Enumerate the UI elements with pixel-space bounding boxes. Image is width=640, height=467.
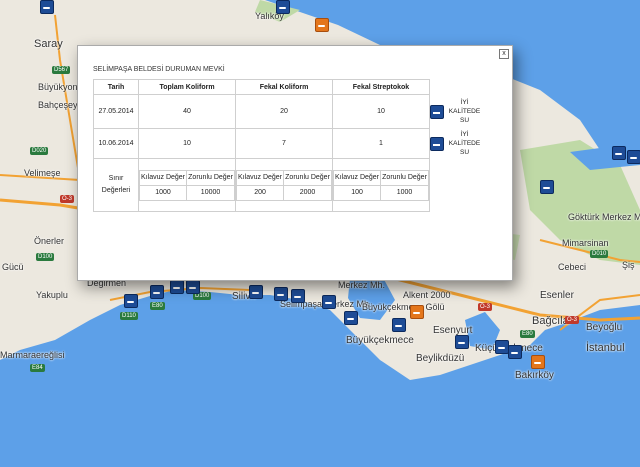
map-label-merkez: Merkez Mh. <box>338 280 386 290</box>
road-shield-e84: E84 <box>30 364 45 372</box>
road-shield-e80: E80 <box>150 302 165 310</box>
beach-marker[interactable] <box>344 311 358 325</box>
road-shield-o3b: O-3 <box>565 316 580 324</box>
quality-icon <box>430 104 444 119</box>
limits-row: Sınır Değerleri Kılavuz Değer Zorunlu Değ… <box>93 158 485 212</box>
beach-marker[interactable] <box>150 285 164 299</box>
road-shield-o3c: O-3 <box>478 303 493 311</box>
table-row: 27.05.2014 40 20 10 İYİ KALİTEDE SU <box>93 94 485 129</box>
beach-marker[interactable] <box>627 150 640 164</box>
beach-marker[interactable] <box>170 280 184 294</box>
limits-fekal: Kılavuz Değer Zorunlu Değer 200 2000 <box>235 169 332 201</box>
beach-marker[interactable] <box>274 287 288 301</box>
map-label-sis: Şiş <box>622 260 635 270</box>
beach-marker[interactable] <box>322 295 336 309</box>
beach-marker[interactable] <box>40 0 54 14</box>
map-label-velimese: Velimeşe <box>24 168 61 178</box>
beach-marker[interactable] <box>410 305 424 319</box>
beach-marker[interactable] <box>612 146 626 160</box>
beach-marker[interactable] <box>495 340 509 354</box>
road-shield-e80b: E80 <box>520 330 535 338</box>
beach-marker[interactable] <box>291 289 305 303</box>
map-label-cebeci: Cebeci <box>558 262 587 272</box>
header-date: Tarih <box>93 79 139 95</box>
quality-icon <box>430 136 444 151</box>
map-label-onerler: Önerler <box>34 236 65 246</box>
beach-marker[interactable] <box>315 18 329 32</box>
road-shield-d020: D020 <box>30 147 49 155</box>
map-label-beylikduzu: Beylikdüzü <box>416 353 465 364</box>
info-popup: x SELİMPAŞA BELDESİ DURUMAN MEVKİ Tarih … <box>77 45 513 281</box>
beach-marker[interactable] <box>531 355 545 369</box>
road-shield-d110: D110 <box>120 312 138 320</box>
row-date: 10.06.2014 <box>93 128 139 159</box>
beach-marker[interactable] <box>540 180 554 194</box>
row-fekal: 20 <box>235 94 333 129</box>
road-shield-d567: D567 <box>52 66 71 74</box>
row-toplam: 40 <box>138 94 236 129</box>
map-label-mimarsinan: Mimarsinan <box>562 238 609 248</box>
map-label-marmaraereglisi: Marmaraereğlisi <box>0 350 65 360</box>
road-shield-d010: D010 <box>590 250 609 258</box>
row-strep: 1 <box>332 128 430 159</box>
row-strep: 10 <box>332 94 430 129</box>
limits-toplam: Kılavuz Değer Zorunlu Değer 1000 10000 <box>138 169 235 201</box>
water-quality-table: Tarih Toplam Koliform Fekal Koliform Fek… <box>93 79 485 212</box>
table-header-row: Tarih Toplam Koliform Fekal Koliform Fek… <box>93 79 485 95</box>
table-row: 10.06.2014 10 7 1 İYİ KALİTEDE SU <box>93 128 485 159</box>
map-label-bakirkoy: Bakırköy <box>515 370 554 381</box>
close-icon[interactable]: x <box>499 49 509 59</box>
road-shield-d100b: D100 <box>36 253 55 261</box>
beach-marker[interactable] <box>392 318 406 332</box>
header-strep: Fekal Streptokok <box>332 79 430 95</box>
row-date: 27.05.2014 <box>93 94 139 129</box>
beach-marker[interactable] <box>249 285 263 299</box>
limits-label: Sınır Değerleri <box>93 158 139 212</box>
beach-marker[interactable] <box>124 294 138 308</box>
beach-marker[interactable] <box>508 345 522 359</box>
quality-label: İYİ KALİTEDE SU <box>448 131 481 156</box>
map-label-alkent: Alkent 2000 <box>403 290 451 300</box>
map-label-esenler: Esenler <box>540 290 574 301</box>
header-fekal: Fekal Koliform <box>235 79 333 95</box>
popup-title: SELİMPAŞA BELDESİ DURUMAN MEVKİ <box>93 66 225 73</box>
map-label-buyukcekmece: Büyükçekmece <box>346 335 414 346</box>
map-label-gokturk: Göktürk Merkez Mh. <box>568 212 640 222</box>
beach-marker[interactable] <box>186 280 200 294</box>
map-label-beyoglu: Beyoğlu <box>586 322 623 333</box>
map-label-gucu: Gücü <box>2 262 24 272</box>
limits-strep: Kılavuz Değer Zorunlu Değer 100 1000 <box>332 169 429 201</box>
map-label-bcekmece-golu: Büyükçekmece Gölü <box>362 302 445 312</box>
row-toplam: 10 <box>138 128 236 159</box>
header-toplam: Toplam Koliform <box>138 79 236 95</box>
beach-marker[interactable] <box>455 335 469 349</box>
row-fekal: 7 <box>235 128 333 159</box>
road-shield-o3: O-3 <box>60 195 75 203</box>
map-label-saray: Saray <box>34 38 63 50</box>
map-label-istanbul: İstanbul <box>586 342 625 354</box>
map-label-yakuplu: Yakuplu <box>36 290 68 300</box>
quality-label: İYİ KALİTEDE SU <box>448 99 481 124</box>
beach-marker[interactable] <box>276 0 290 14</box>
map-label-bahceseyli: Bahçeşeyli <box>38 100 82 110</box>
